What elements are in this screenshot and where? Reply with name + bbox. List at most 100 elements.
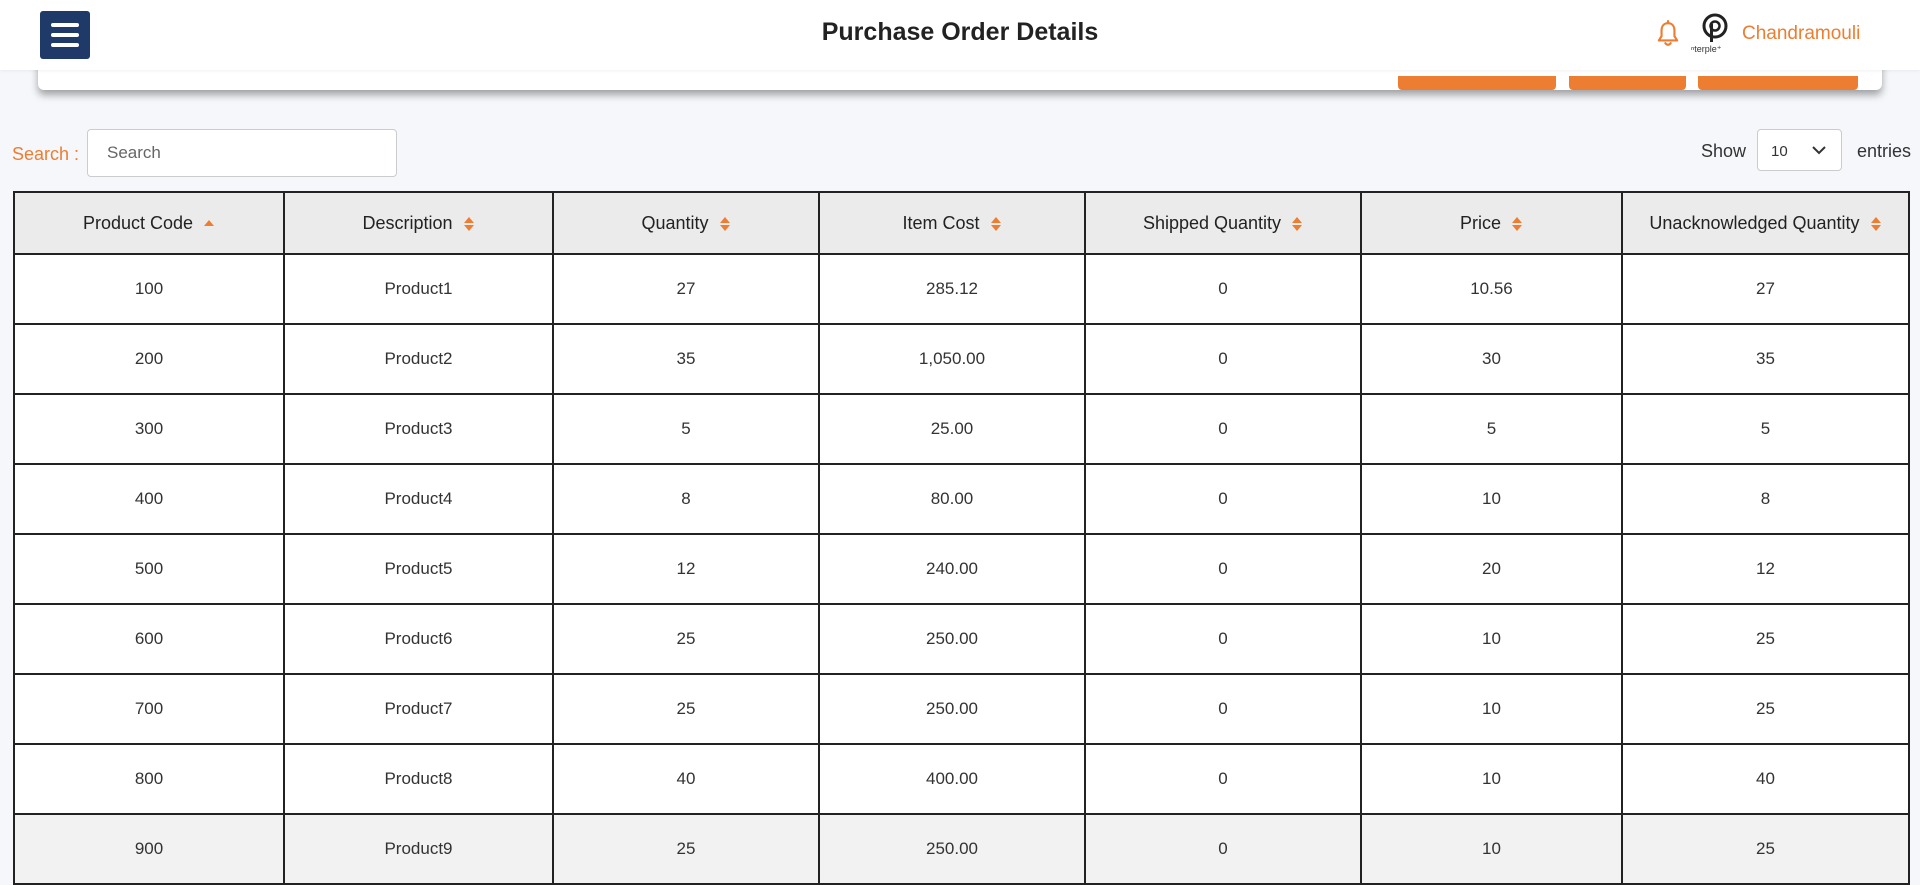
chevron-down-icon	[1812, 146, 1826, 155]
card-action-button[interactable]	[1698, 76, 1858, 90]
table-cell: 25	[1621, 603, 1910, 675]
table-row[interactable]: 100 Product1 27 285.12 0 10.56 27	[13, 253, 1910, 325]
page-title: Purchase Order Details	[821, 18, 1099, 46]
table-cell: 25.00	[818, 393, 1086, 465]
table-cell: 10	[1360, 673, 1623, 745]
sort-both-icon	[1870, 216, 1881, 231]
table-cell: 0	[1084, 253, 1362, 325]
table-cell: 700	[13, 673, 285, 745]
table-cell: Product5	[283, 533, 554, 605]
table-cell: 0	[1084, 393, 1362, 465]
table-cell: 300	[13, 393, 285, 465]
table-cell: 40	[1621, 743, 1910, 815]
table-cell: 0	[1084, 603, 1362, 675]
table-cell: Product9	[283, 813, 554, 885]
column-header[interactable]: Description	[283, 191, 554, 255]
table-cell: 800	[13, 743, 285, 815]
bell-icon[interactable]	[1655, 20, 1681, 48]
table-cell: Product4	[283, 463, 554, 535]
table-cell: 25	[552, 603, 820, 675]
entries-per-page-select[interactable]: 10	[1757, 129, 1842, 171]
table-row[interactable]: 600 Product6 25 250.00 0 10 25	[13, 603, 1910, 675]
table-cell: 400	[13, 463, 285, 535]
column-header[interactable]: Product Code	[13, 191, 285, 255]
table-cell: Product7	[283, 673, 554, 745]
table-cell: 12	[552, 533, 820, 605]
table-row[interactable]: 500 Product5 12 240.00 0 20 12	[13, 533, 1910, 605]
table-cell: 0	[1084, 463, 1362, 535]
table-cell: 25	[1621, 673, 1910, 745]
table-cell: 500	[13, 533, 285, 605]
table-cell: Product2	[283, 323, 554, 395]
table-cell: 25	[552, 673, 820, 745]
table-cell: 10	[1360, 603, 1623, 675]
column-header-label: Item Cost	[902, 212, 980, 233]
table-cell: Product6	[283, 603, 554, 675]
table-row[interactable]: 400 Product4 8 80.00 0 10 8	[13, 463, 1910, 535]
column-header[interactable]: Quantity	[552, 191, 820, 255]
table-cell: 35	[1621, 323, 1910, 395]
table-cell: 600	[13, 603, 285, 675]
table-cell: 5	[552, 393, 820, 465]
entries-selected-value: 10	[1771, 143, 1788, 160]
search-input[interactable]	[87, 129, 397, 177]
table-cell: 100	[13, 253, 285, 325]
sort-both-icon	[1512, 216, 1522, 231]
table-cell: 80.00	[818, 463, 1086, 535]
table-row[interactable]: 300 Product3 5 25.00 0 5 5	[13, 393, 1910, 465]
column-header[interactable]: Item Cost	[818, 191, 1086, 255]
table-cell: 250.00	[818, 673, 1086, 745]
logo-mark-icon	[1702, 13, 1728, 42]
top-bar: Purchase Order Details ⁿterple⁺ Chandram…	[0, 0, 1920, 70]
table-cell: 8	[1621, 463, 1910, 535]
column-header-label: Unacknowledged Quantity	[1649, 212, 1860, 233]
card-action-button[interactable]	[1398, 76, 1556, 90]
table-header-row: Product Code Description Quantity Item Cost…	[13, 191, 1910, 255]
table-cell: 240.00	[818, 533, 1086, 605]
search-label: Search :	[12, 144, 80, 164]
sort-both-icon	[719, 216, 730, 231]
table-cell: 0	[1084, 743, 1362, 815]
table-cell: 10	[1360, 813, 1623, 885]
table-cell: 27	[1621, 253, 1910, 325]
table-cell: 0	[1084, 533, 1362, 605]
show-label: Show	[1701, 141, 1747, 161]
sort-both-icon	[463, 216, 474, 231]
table-row[interactable]: 800 Product8 40 400.00 0 10 40	[13, 743, 1910, 815]
card-action-button[interactable]	[1569, 76, 1686, 90]
table-cell: 0	[1084, 673, 1362, 745]
user-name[interactable]: Chandramouli	[1742, 23, 1860, 45]
table-cell: 25	[552, 813, 820, 885]
logo-text: ⁿterple⁺	[1691, 44, 1722, 54]
purchase-order-table: Product Code Description Quantity Item Cost…	[13, 191, 1910, 885]
table-cell: 5	[1360, 393, 1623, 465]
table-cell: 250.00	[818, 813, 1086, 885]
table-cell: Product3	[283, 393, 554, 465]
table-cell: 200	[13, 323, 285, 395]
column-header-label: Product Code	[82, 212, 194, 233]
column-header[interactable]: Shipped Quantity	[1084, 191, 1362, 255]
column-header[interactable]: Unacknowledged Quantity	[1621, 191, 1910, 255]
table-cell: Product1	[283, 253, 554, 325]
table-cell: 10	[1360, 463, 1623, 535]
table-cell: 25	[1621, 813, 1910, 885]
column-header-label: Shipped Quantity	[1142, 212, 1282, 233]
company-logo: ⁿterple⁺	[1691, 13, 1736, 57]
table-cell: 12	[1621, 533, 1910, 605]
sort-both-icon	[990, 216, 1001, 231]
table-cell: 35	[552, 323, 820, 395]
table-cell: 900	[13, 813, 285, 885]
column-header[interactable]: Price	[1360, 191, 1623, 255]
table-cell: 27	[552, 253, 820, 325]
table-cell: 8	[552, 463, 820, 535]
table-cell: 5	[1621, 393, 1910, 465]
table-cell: 1,050.00	[818, 323, 1086, 395]
table-row[interactable]: 700 Product7 25 250.00 0 10 25	[13, 673, 1910, 745]
table-row[interactable]: 200 Product2 35 1,050.00 0 30 35	[13, 323, 1910, 395]
table-cell: 0	[1084, 323, 1362, 395]
table-cell: 250.00	[818, 603, 1086, 675]
table-row[interactable]: 900 Product9 25 250.00 0 10 25	[13, 813, 1910, 885]
table-cell: 0	[1084, 813, 1362, 885]
table-cell: 20	[1360, 533, 1623, 605]
sort-both-icon	[1292, 216, 1303, 231]
